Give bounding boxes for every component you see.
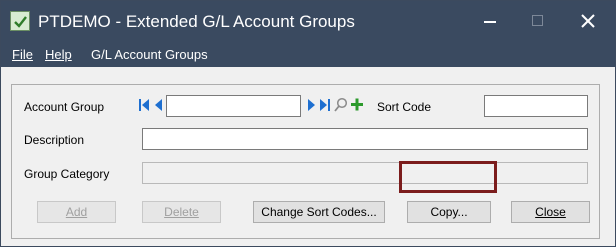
app-icon xyxy=(10,11,30,31)
account-group-field[interactable] xyxy=(166,95,301,117)
description-field[interactable] xyxy=(142,128,588,150)
finder-magnifier-icon[interactable] xyxy=(334,97,348,112)
menu-gl-account-groups[interactable]: G/L Account Groups xyxy=(91,47,208,62)
new-record-plus-icon[interactable] xyxy=(350,97,364,112)
last-record-icon[interactable] xyxy=(319,98,331,112)
group-category-label: Group Category xyxy=(24,167,110,181)
minimize-button[interactable] xyxy=(467,1,513,43)
close-button[interactable]: Close xyxy=(511,201,590,223)
next-record-icon[interactable] xyxy=(305,98,317,112)
first-record-icon[interactable] xyxy=(138,98,150,112)
description-input[interactable] xyxy=(143,129,587,149)
add-button: Add xyxy=(37,201,116,223)
menu-bar: File Help G/L Account Groups xyxy=(1,43,615,67)
app-window: PTDEMO - Extended G/L Account Groups Fil… xyxy=(0,0,616,247)
minimize-icon xyxy=(484,21,496,23)
group-category-input xyxy=(143,163,587,183)
sort-code-input[interactable] xyxy=(485,96,587,116)
copy-button[interactable]: Copy... xyxy=(407,201,491,223)
group-category-field xyxy=(142,162,588,184)
close-window-button[interactable] xyxy=(565,1,611,43)
sort-code-label: Sort Code xyxy=(377,100,432,114)
account-group-label: Account Group xyxy=(24,100,105,114)
menu-help[interactable]: Help xyxy=(45,47,72,62)
main-panel: Account Group Sort Code Description Grou… xyxy=(1,67,615,246)
account-group-input[interactable] xyxy=(167,96,300,116)
change-sort-codes-button[interactable]: Change Sort Codes... xyxy=(253,201,385,223)
description-label: Description xyxy=(24,133,85,147)
maximize-icon xyxy=(532,15,543,26)
sort-code-field[interactable] xyxy=(484,95,588,117)
previous-record-icon[interactable] xyxy=(153,98,165,112)
copy-button-highlight xyxy=(399,161,497,193)
delete-button: Delete xyxy=(142,201,221,223)
title-bar[interactable]: PTDEMO - Extended G/L Account Groups xyxy=(1,1,615,43)
window-title: PTDEMO - Extended G/L Account Groups xyxy=(38,12,355,31)
menu-file[interactable]: File xyxy=(12,47,33,62)
maximize-button[interactable] xyxy=(515,1,561,43)
close-icon xyxy=(581,14,595,28)
